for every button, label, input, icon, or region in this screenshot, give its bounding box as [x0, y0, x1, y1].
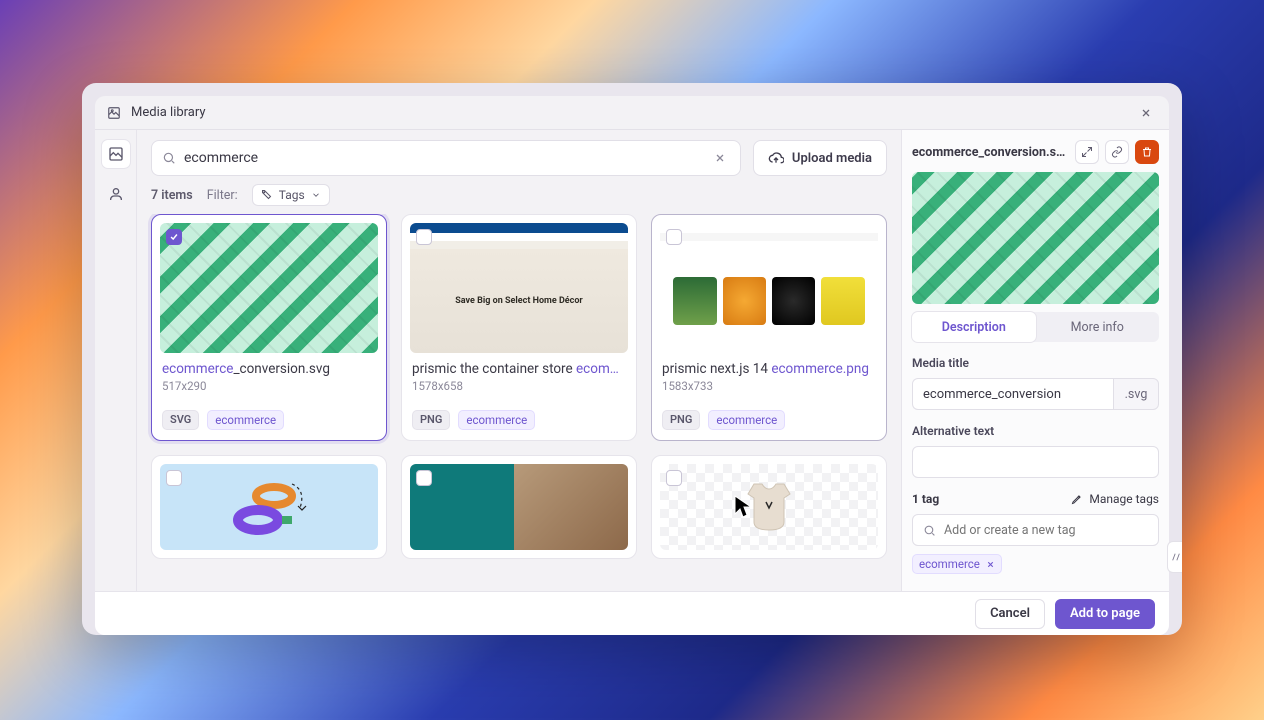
- card-checkbox[interactable]: [666, 229, 682, 245]
- item-count: 7 items: [151, 188, 193, 203]
- media-title-label: Media title: [912, 356, 1159, 370]
- media-card[interactable]: [151, 455, 387, 559]
- media-library-icon: [107, 106, 121, 120]
- card-checkbox[interactable]: [166, 470, 182, 486]
- card-checkbox[interactable]: [166, 229, 182, 245]
- details-filename: ecommerce_conversion.svg: [912, 145, 1069, 160]
- thumbnail: Save Big on Select Home Décor: [410, 223, 628, 353]
- close-button[interactable]: [1135, 102, 1157, 124]
- thumbnail: [660, 223, 878, 353]
- thumbnail: [660, 464, 878, 550]
- chevron-down-icon: [311, 190, 321, 200]
- media-card[interactable]: prismic next.js 14 ecommerce.png 1583x73…: [651, 214, 887, 441]
- titlebar: Media library: [95, 96, 1169, 130]
- rail-upload-icon[interactable]: [102, 180, 130, 208]
- thumbnail: [160, 464, 378, 550]
- card-checkbox[interactable]: [416, 470, 432, 486]
- rail-media-icon[interactable]: [102, 140, 130, 168]
- filename: prismic next.js 14 ecommerce.png: [662, 361, 876, 377]
- left-rail: [95, 130, 137, 591]
- alt-text-label: Alternative text: [912, 424, 1159, 438]
- dimensions: 1583x733: [662, 379, 876, 393]
- side-handle[interactable]: [1167, 541, 1182, 573]
- format-badge: PNG: [412, 410, 450, 430]
- clear-search-icon[interactable]: [710, 150, 730, 166]
- details-tabs: Description More info: [912, 312, 1159, 342]
- cancel-button[interactable]: Cancel: [975, 599, 1045, 629]
- expand-icon[interactable]: [1075, 140, 1099, 164]
- modal-window: Media library: [82, 83, 1182, 635]
- search-icon: [162, 151, 176, 165]
- media-card[interactable]: ecommerce_conversion.svg 517x290 SVG eco…: [151, 214, 387, 441]
- media-card[interactable]: [651, 455, 887, 559]
- tags-chip-label: Tags: [279, 188, 305, 202]
- hero-text: Save Big on Select Home Décor: [455, 296, 582, 306]
- card-checkbox[interactable]: [416, 229, 432, 245]
- preview: [912, 172, 1159, 304]
- main-column: Upload media 7 items Filter: Tags: [137, 130, 901, 591]
- tag-pill-label: ecommerce: [919, 557, 980, 571]
- remove-tag-icon[interactable]: [986, 560, 995, 569]
- filter-label: Filter:: [207, 188, 238, 203]
- media-title-ext: .svg: [1113, 378, 1159, 410]
- tag-pill: ecommerce: [207, 410, 284, 430]
- media-card[interactable]: [401, 455, 637, 559]
- dimensions: 1578x658: [412, 379, 626, 393]
- modal-title: Media library: [131, 105, 206, 120]
- filename: ecommerce_conversion.svg: [162, 361, 376, 377]
- tag-pill: ecommerce: [708, 410, 785, 430]
- dimensions: 517x290: [162, 379, 376, 393]
- delete-icon[interactable]: [1135, 140, 1159, 164]
- alt-text-input[interactable]: [912, 446, 1159, 478]
- tab-more-info[interactable]: More info: [1036, 312, 1160, 342]
- card-checkbox[interactable]: [666, 470, 682, 486]
- search-input[interactable]: [184, 150, 710, 166]
- tag-count: 1 tag: [912, 492, 939, 506]
- thumbnail: [160, 223, 378, 353]
- upload-label: Upload media: [792, 151, 872, 166]
- details-panel: ecommerce_conversion.svg Description Mor…: [901, 130, 1169, 591]
- upload-media-button[interactable]: Upload media: [753, 140, 887, 176]
- footer: Cancel Add to page: [95, 591, 1169, 635]
- format-badge: PNG: [662, 410, 700, 430]
- search-icon: [923, 524, 936, 537]
- tags-filter-chip[interactable]: Tags: [252, 184, 330, 206]
- format-badge: SVG: [162, 410, 199, 430]
- add-tag-input[interactable]: [944, 523, 1148, 538]
- tab-description[interactable]: Description: [912, 312, 1036, 342]
- tag-pill: ecommerce: [912, 554, 1002, 574]
- filename: prismic the container store ecom…: [412, 361, 626, 377]
- media-title-input[interactable]: [912, 378, 1113, 410]
- add-to-page-button[interactable]: Add to page: [1055, 599, 1155, 629]
- tag-icon: [261, 189, 273, 201]
- media-card[interactable]: Save Big on Select Home Décor prismic th…: [401, 214, 637, 441]
- thumbnail: [410, 464, 628, 550]
- search-input-wrap: [151, 140, 741, 176]
- link-icon[interactable]: [1105, 140, 1129, 164]
- add-tag-wrap: [912, 514, 1159, 546]
- manage-tags-button[interactable]: Manage tags: [1071, 492, 1159, 506]
- cloud-upload-icon: [768, 150, 784, 166]
- tag-pill: ecommerce: [458, 410, 535, 430]
- manage-tags-label: Manage tags: [1089, 492, 1159, 506]
